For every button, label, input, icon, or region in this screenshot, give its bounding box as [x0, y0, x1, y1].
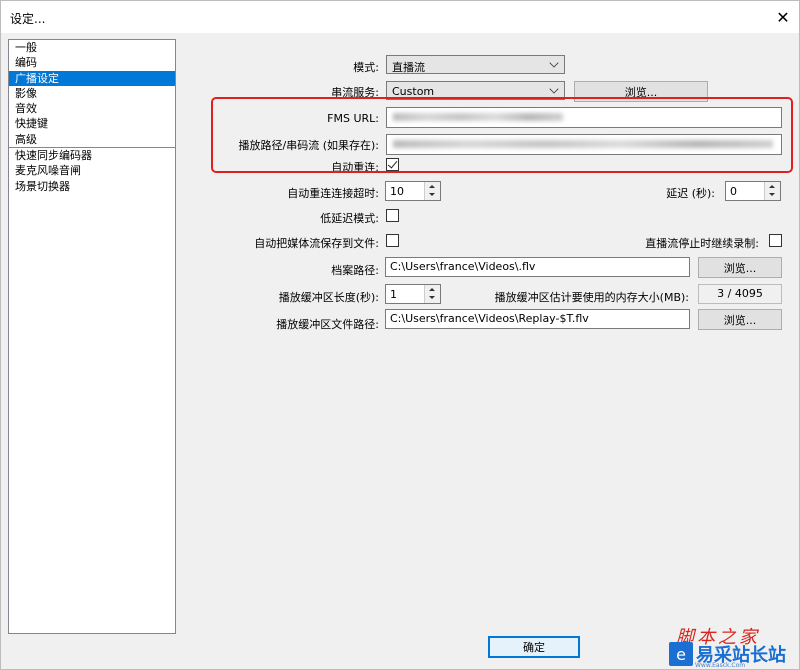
- file-path-field[interactable]: C:\Users\france\Videos\.flv: [385, 257, 690, 277]
- delay-spinner[interactable]: 0: [725, 181, 781, 201]
- title-bar: 设定... ✕: [1, 1, 799, 33]
- mode-value: 直播流: [392, 61, 425, 74]
- arrow-up-icon[interactable]: [429, 288, 435, 291]
- buffer-memory-value: 3 / 4095: [698, 284, 782, 304]
- sidebar-item-scene-switcher[interactable]: 场景切换器: [9, 179, 175, 194]
- sidebar-item-video[interactable]: 影像: [9, 86, 175, 101]
- buffer-length-spinner[interactable]: 1: [385, 284, 441, 304]
- settings-window: 设定... ✕ 一般 编码 广播设定 影像 音效 快捷键 高级 快速同步编码器 …: [0, 0, 800, 670]
- sidebar-item-broadcast[interactable]: 广播设定: [9, 70, 175, 86]
- buffer-path-field[interactable]: C:\Users\france\Videos\Replay-$T.flv: [385, 309, 690, 329]
- spinner-arrows[interactable]: [764, 182, 780, 200]
- close-icon[interactable]: ✕: [767, 1, 799, 33]
- keep-recording-label: 直播流停止时继续录制:: [645, 237, 759, 250]
- buffer-length-label: 播放缓冲区长度(秒):: [278, 291, 379, 304]
- mode-label: 模式:: [353, 61, 379, 74]
- sidebar-item-advanced[interactable]: 高级: [9, 132, 175, 147]
- window-title: 设定...: [10, 12, 46, 26]
- sidebar-item-general[interactable]: 一般: [9, 40, 175, 55]
- delay-label: 延迟 (秒):: [666, 187, 715, 200]
- ok-button[interactable]: 确定: [488, 636, 580, 658]
- arrow-up-icon[interactable]: [429, 185, 435, 188]
- reconnect-timeout-spinner[interactable]: 10: [385, 181, 441, 201]
- auto-save-checkbox[interactable]: [386, 234, 399, 247]
- arrow-down-icon[interactable]: [769, 193, 775, 196]
- file-path-browse-button[interactable]: 浏览...: [698, 257, 782, 278]
- spinner-arrows[interactable]: [424, 285, 440, 303]
- arrow-up-icon[interactable]: [769, 185, 775, 188]
- sidebar-item-audio[interactable]: 音效: [9, 101, 175, 116]
- keep-recording-checkbox[interactable]: [769, 234, 782, 247]
- buffer-length-value: 1: [390, 288, 397, 301]
- buffer-path-browse-button[interactable]: 浏览...: [698, 309, 782, 330]
- delay-value: 0: [730, 185, 737, 198]
- low-latency-label: 低延迟模式:: [320, 212, 379, 225]
- chevron-down-icon: [549, 84, 559, 94]
- auto-save-label: 自动把媒体流保存到文件:: [254, 237, 379, 250]
- sidebar-item-hotkeys[interactable]: 快捷键: [9, 116, 175, 131]
- spinner-arrows[interactable]: [424, 182, 440, 200]
- buffer-memory-label: 播放缓冲区估计要使用的内存大小(MB):: [494, 291, 689, 304]
- buffer-path-label: 播放缓冲区文件路径:: [276, 318, 379, 331]
- arrow-down-icon[interactable]: [429, 193, 435, 196]
- file-path-label: 档案路径:: [331, 264, 379, 277]
- watermark-url: Www.Easck.Com: [695, 662, 746, 669]
- chevron-down-icon: [549, 58, 559, 68]
- mode-select[interactable]: 直播流: [386, 55, 565, 74]
- sidebar-item-encoding[interactable]: 编码: [9, 55, 175, 70]
- site-logo-icon: e: [669, 642, 693, 666]
- arrow-down-icon[interactable]: [429, 296, 435, 299]
- reconnect-timeout-value: 10: [390, 185, 404, 198]
- sidebar-item-noise-gate[interactable]: 麦克风噪音闸: [9, 163, 175, 178]
- low-latency-checkbox[interactable]: [386, 209, 399, 222]
- sidebar-item-quicksync[interactable]: 快速同步编码器: [9, 147, 175, 163]
- settings-category-list[interactable]: 一般 编码 广播设定 影像 音效 快捷键 高级 快速同步编码器 麦克风噪音闸 场…: [8, 39, 176, 634]
- highlight-box: [211, 97, 793, 173]
- reconnect-timeout-label: 自动重连连接超时:: [287, 187, 379, 200]
